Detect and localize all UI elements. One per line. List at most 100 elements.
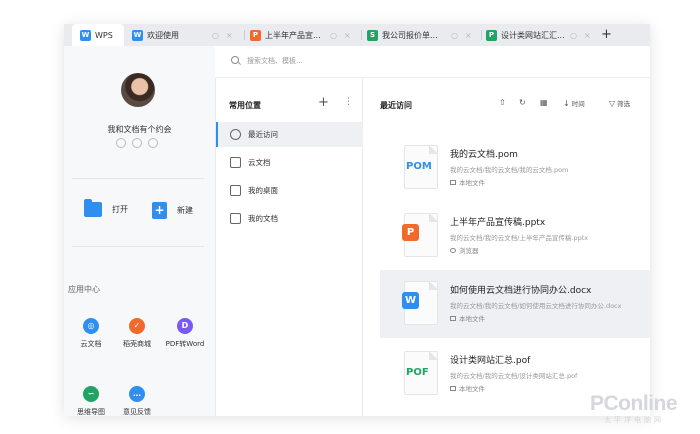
filter-label: 筛选 [617, 100, 631, 108]
place-cloud-docs[interactable]: 云文档 [216, 150, 364, 175]
open-button[interactable]: 打开 [84, 199, 128, 217]
place-my-documents[interactable]: 我的文档 [216, 206, 364, 231]
app-label: PDF转Word [165, 340, 205, 348]
close-icon[interactable]: × [226, 31, 233, 40]
word-doc-icon: W [132, 29, 143, 41]
app-label: 思维导图 [77, 408, 105, 416]
recent-files-panel: 最近访问 ⇧ ↻ ▦ ↓ 时间 ▽ 筛选 POM 我的云文档.pom 我的云文档/我… [363, 78, 650, 416]
tab-product-ppt[interactable]: P 上半年产品宣... ○ × [250, 24, 368, 46]
avatar[interactable] [121, 73, 155, 107]
desktop-icon [230, 185, 241, 196]
member-icon[interactable] [116, 138, 126, 148]
new-tab-button[interactable]: + [601, 27, 612, 42]
file-location: 本地文件 [450, 313, 485, 323]
pom-file-icon: POM [404, 145, 438, 189]
pdf-doc-icon: P [486, 29, 497, 41]
app-feedback[interactable]: … 意见反馈 [110, 386, 164, 416]
search-input[interactable]: 搜索文档、模板... [247, 56, 303, 66]
grid-view-icon[interactable]: ▦ [540, 98, 548, 107]
close-icon[interactable]: × [465, 31, 472, 40]
wps-window: W WPS W 欢迎使用 ○ × P 上半年产品宣... ○ × S 我公司报价… [64, 24, 650, 416]
file-path: 我的云文档/我的云文档/如何使用云文档进行协同办公.docx [450, 302, 622, 310]
user-name[interactable]: 我和文档有个约会 [64, 124, 215, 135]
app-label: 意见反馈 [123, 408, 151, 416]
add-place-icon[interactable]: + [318, 95, 329, 110]
tab-wps-home[interactable]: W WPS [72, 24, 124, 46]
file-row[interactable]: POM 我的云文档.pom 我的云文档/我的云文档/我的云文档.pom 本地文件 [380, 134, 650, 202]
settings-icon[interactable] [148, 138, 158, 148]
pin-icon[interactable]: ○ [451, 31, 458, 40]
new-doc-icon: + [152, 202, 167, 219]
place-label: 最近访问 [248, 130, 278, 139]
tab-label: 欢迎使用 [147, 30, 179, 40]
monitor-icon [450, 315, 456, 321]
file-name: 上半年产品宣传稿.pptx [450, 218, 546, 228]
file-name: 设计类网站汇总.pof [450, 356, 531, 366]
file-location: 本地文件 [450, 177, 485, 187]
clock-icon [230, 129, 241, 140]
place-label: 我的文档 [248, 214, 278, 223]
close-icon[interactable]: × [584, 31, 591, 40]
place-desktop[interactable]: 我的桌面 [216, 178, 364, 203]
wps-logo-icon: W [80, 29, 91, 41]
close-icon[interactable]: × [344, 31, 351, 40]
watermark-subtitle: 太平洋电脑网 [604, 416, 664, 424]
more-options-icon[interactable]: ⋮ [344, 97, 353, 107]
ppt-doc-icon: P [250, 29, 261, 41]
tab-bar: W WPS W 欢迎使用 ○ × P 上半年产品宣... ○ × S 我公司报价… [64, 24, 650, 46]
monitor-icon [450, 385, 456, 391]
divider [72, 246, 204, 247]
pof-file-icon: POF [404, 351, 438, 395]
cloud-status-icon[interactable] [132, 138, 142, 148]
app-docer-store[interactable]: ✓ 稻壳商城 [110, 318, 164, 349]
pdf-to-word-icon: D [177, 318, 193, 334]
mind-map-icon: ∽ [83, 386, 99, 402]
app-label: 云文档 [80, 340, 102, 348]
tab-divider [244, 30, 245, 40]
open-label: 打开 [112, 205, 128, 214]
monitor-icon [450, 179, 456, 185]
place-recent[interactable]: 最近访问 [216, 122, 364, 147]
places-panel: 常用位置 + ⋮ 最近访问 云文档 我的桌面 我的文档 [215, 78, 364, 416]
cloud-docs-icon: ◎ [83, 318, 99, 334]
new-label: 新建 [177, 206, 193, 215]
pin-icon[interactable]: ○ [330, 31, 337, 40]
tab-design-sites[interactable]: P 设计类网站汇汇... ○ × [486, 24, 598, 46]
tab-divider [481, 30, 482, 40]
tab-label: WPS [95, 30, 113, 40]
cube-icon [230, 157, 241, 168]
file-location: 本地文件 [450, 383, 485, 393]
link-icon [450, 247, 456, 253]
documents-icon [230, 213, 241, 224]
places-title: 常用位置 [229, 101, 261, 110]
tab-quote-sheet[interactable]: S 我公司报价单... ○ × [367, 24, 485, 46]
tab-label: 我公司报价单... [382, 30, 438, 40]
file-path: 我的云文档/我的云文档/上半年产品宣传稿.pptx [450, 234, 589, 242]
docx-file-icon: W [402, 281, 438, 325]
sort-by-time-button[interactable]: ↓ 时间 [563, 98, 585, 109]
watermark-logo: PConline [590, 392, 678, 415]
pin-icon[interactable]: ○ [212, 31, 219, 40]
file-path: 我的云文档/我的云文档/我的云文档.pom [450, 166, 569, 174]
file-path: 我的云文档/我的云文档/设计类网站汇总.pof [450, 372, 578, 380]
folder-icon [84, 199, 102, 217]
app-pdf-to-word[interactable]: D PDF转Word [158, 318, 212, 349]
pptx-file-icon: P [402, 213, 438, 257]
upload-icon[interactable]: ⇧ [499, 98, 506, 107]
file-row[interactable]: P 上半年产品宣传稿.pptx 我的云文档/我的云文档/上半年产品宣传稿.ppt… [380, 202, 650, 270]
app-center-heading: 应用中心 [68, 285, 100, 294]
tab-label: 设计类网站汇汇... [501, 30, 565, 40]
new-button[interactable]: + 新建 [152, 202, 193, 219]
refresh-icon[interactable]: ↻ [519, 98, 526, 107]
docer-store-icon: ✓ [129, 318, 145, 334]
pin-icon[interactable]: ○ [570, 31, 577, 40]
file-location: 浏览器 [450, 245, 479, 255]
divider [72, 178, 204, 179]
file-row-selected[interactable]: W 如何使用云文档进行协同办公.docx 我的云文档/我的云文档/如何使用云文档… [380, 270, 650, 338]
recent-title: 最近访问 [380, 101, 412, 110]
search-bar[interactable]: 搜索文档、模板... [215, 46, 650, 78]
filter-button[interactable]: ▽ 筛选 [609, 98, 631, 109]
place-label: 云文档 [248, 158, 271, 167]
sheet-doc-icon: S [367, 29, 378, 41]
feedback-icon: … [129, 386, 145, 402]
